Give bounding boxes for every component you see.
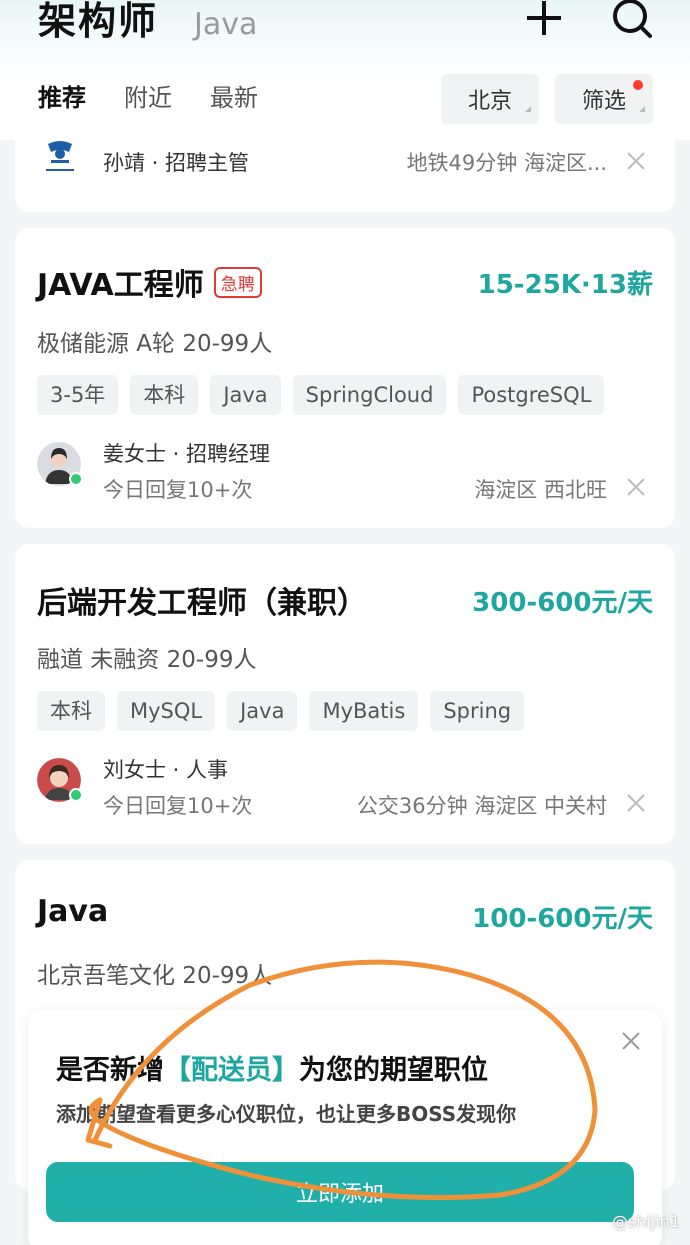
job-location: 地铁49分钟 海淀区... bbox=[406, 151, 607, 175]
page-title: 架构师 bbox=[38, 0, 159, 43]
job-card[interactable]: 后端开发工程师（兼职） 300-600元/天 融道 未融资 20-99人 本科 … bbox=[15, 544, 675, 844]
company-logo bbox=[46, 141, 74, 171]
company-info: 北京吾笔文化 20-99人 bbox=[37, 963, 273, 989]
job-title: Java bbox=[37, 894, 109, 929]
watermark: @shijin1 bbox=[611, 1212, 680, 1231]
reply-rate: 今日回复10+次 bbox=[103, 794, 253, 818]
online-indicator bbox=[69, 472, 83, 486]
dropdown-corner-icon bbox=[525, 106, 531, 112]
company-info: 融道 未融资 20-99人 bbox=[37, 647, 257, 673]
tag: 本科 bbox=[37, 691, 105, 731]
filter-label: 筛选 bbox=[581, 89, 626, 114]
recruiter-name: 姜女士 · 招聘经理 bbox=[103, 442, 271, 466]
close-icon[interactable] bbox=[627, 478, 645, 496]
city-label: 北京 bbox=[467, 89, 512, 114]
popup-title-prefix: 是否新增 bbox=[56, 1055, 164, 1086]
online-indicator bbox=[69, 788, 83, 802]
tag: Spring bbox=[430, 691, 525, 731]
job-title: 后端开发工程师（兼职） bbox=[37, 586, 367, 621]
reply-rate: 今日回复10+次 bbox=[103, 478, 253, 502]
salary: 100-600元/天 bbox=[472, 904, 653, 934]
job-location: 海淀区 西北旺 bbox=[474, 478, 607, 502]
company-info: 极储能源 A轮 20-99人 bbox=[37, 331, 273, 357]
close-icon[interactable] bbox=[627, 794, 645, 812]
urgent-badge: 急聘 bbox=[213, 267, 262, 298]
filter-button[interactable]: 筛选 bbox=[555, 74, 653, 124]
recruiter-name: 刘女士 · 人事 bbox=[103, 758, 229, 782]
job-card[interactable]: JAVA工程师 急聘 15-25K·13薪 极储能源 A轮 20-99人 3-5年… bbox=[15, 228, 675, 528]
job-title-text: JAVA工程师 bbox=[37, 268, 204, 303]
tag-list: 3-5年 本科 Java SpringCloud PostgreSQL bbox=[37, 375, 605, 415]
popup-title: 是否新增【配送员】为您的期望职位 bbox=[56, 1048, 488, 1087]
salary: 15-25K·13薪 bbox=[477, 270, 653, 300]
tag: Java bbox=[210, 375, 281, 415]
job-title: JAVA工程师 急聘 bbox=[37, 260, 262, 304]
popup-title-suffix: 为您的期望职位 bbox=[299, 1055, 488, 1086]
tag: 3-5年 bbox=[37, 375, 119, 415]
tag: Java bbox=[227, 691, 298, 731]
tag: 本科 bbox=[130, 375, 199, 415]
search-icon[interactable] bbox=[610, 0, 654, 40]
add-expectation-popup: 是否新增【配送员】为您的期望职位 添加期望查看更多心仪职位，也让更多BOSS发现… bbox=[28, 1010, 662, 1245]
city-select[interactable]: 北京 bbox=[441, 74, 539, 124]
close-icon[interactable] bbox=[627, 152, 645, 170]
tab-latest[interactable]: 最新 bbox=[210, 78, 258, 113]
add-now-button[interactable]: 立即添加 bbox=[46, 1162, 634, 1222]
job-keyword[interactable]: Java bbox=[194, 7, 257, 42]
recruiter-name: 孙靖 · 招聘主管 bbox=[103, 151, 250, 175]
top-header: 架构师 Java 推荐 附近 最新 北京 筛选 bbox=[0, 0, 690, 140]
tag: PostgreSQL bbox=[458, 375, 605, 415]
close-icon[interactable] bbox=[622, 1032, 640, 1050]
tag: SpringCloud bbox=[292, 375, 447, 415]
plus-icon[interactable] bbox=[524, 0, 564, 38]
tag: MyBatis bbox=[309, 691, 419, 731]
popup-title-highlight: 【配送员】 bbox=[164, 1055, 299, 1086]
notification-dot bbox=[633, 80, 643, 90]
title-row: 架构师 Java bbox=[38, 0, 257, 50]
job-location: 公交36分钟 海淀区 中关村 bbox=[356, 794, 607, 818]
tag: MySQL bbox=[117, 691, 216, 731]
tag-list: 本科 MySQL Java MyBatis Spring bbox=[37, 691, 525, 731]
tab-bar: 推荐 附近 最新 bbox=[38, 78, 258, 113]
salary: 300-600元/天 bbox=[472, 588, 653, 618]
popup-subtitle: 添加期望查看更多心仪职位，也让更多BOSS发现你 bbox=[56, 1102, 517, 1126]
tab-nearby[interactable]: 附近 bbox=[124, 78, 172, 113]
tab-recommend[interactable]: 推荐 bbox=[38, 78, 86, 113]
dropdown-corner-icon bbox=[639, 106, 645, 112]
